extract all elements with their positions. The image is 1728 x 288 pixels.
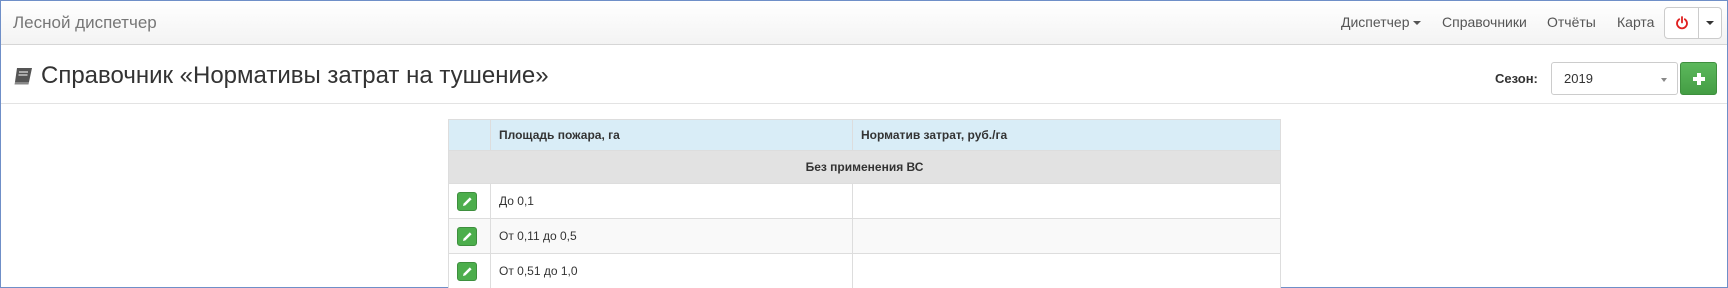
caret-down-icon [1413, 21, 1422, 26]
top-navbar: Лесной диспетчер Диспетчер Справочники О… [1, 1, 1727, 45]
edit-button[interactable] [457, 226, 477, 246]
table-row: До 0,1 [448, 183, 1281, 219]
page-header: Справочник «Нормативы затрат на тушение»… [1, 46, 1727, 104]
caret-down-icon [1706, 21, 1714, 25]
pencil-icon [462, 266, 472, 276]
season-select-value: 2019 [1564, 71, 1593, 86]
row-actions [448, 253, 491, 288]
cell-area: От 0,11 до 0,5 [490, 218, 853, 254]
book-icon [14, 68, 32, 85]
user-button-group [1664, 7, 1722, 39]
norms-table: Площадь пожара, га Норматив затрат, руб.… [448, 119, 1281, 288]
nav-item-map[interactable]: Карта [1617, 14, 1654, 30]
row-actions [448, 183, 491, 219]
header-actions [448, 119, 491, 151]
cell-cost [852, 183, 1281, 219]
nav-dispatcher-dropdown[interactable]: Диспетчер [1341, 14, 1422, 30]
page-title: Справочник «Нормативы затрат на тушение» [13, 62, 549, 90]
pencil-icon [462, 196, 472, 206]
table-row: От 0,11 до 0,5 [448, 218, 1281, 254]
edit-button[interactable] [457, 191, 477, 211]
table-header-row: Площадь пожара, га Норматив затрат, руб.… [448, 119, 1281, 151]
nav-item-reports[interactable]: Отчёты [1547, 14, 1596, 30]
power-icon [1675, 16, 1688, 30]
add-button[interactable] [1680, 62, 1717, 95]
user-menu-toggle[interactable] [1699, 8, 1721, 38]
group-row: Без применения ВС [448, 150, 1281, 184]
cell-cost [852, 218, 1281, 254]
nav-item-references[interactable]: Справочники [1442, 14, 1527, 30]
page-title-text: Справочник «Нормативы затрат на тушение» [41, 62, 549, 89]
header-fire-area: Площадь пожара, га [490, 119, 853, 151]
season-select[interactable]: 2019 [1551, 62, 1678, 95]
table-row: От 0,51 до 1,0 [448, 253, 1281, 288]
group-label: Без применения ВС [448, 150, 1281, 184]
cell-area: До 0,1 [490, 183, 853, 219]
row-actions [448, 218, 491, 254]
cell-cost [852, 253, 1281, 288]
season-label: Сезон: [1495, 71, 1538, 86]
edit-button[interactable] [457, 261, 477, 281]
brand-link[interactable]: Лесной диспетчер [13, 13, 157, 33]
cell-area: От 0,51 до 1,0 [490, 253, 853, 288]
logout-button[interactable] [1665, 8, 1699, 38]
select-arrow-icon [1661, 78, 1667, 82]
header-cost-norm: Норматив затрат, руб./га [852, 119, 1281, 151]
pencil-icon [462, 231, 472, 241]
nav-item-label: Диспетчер [1341, 14, 1410, 30]
plus-icon [1692, 72, 1705, 85]
